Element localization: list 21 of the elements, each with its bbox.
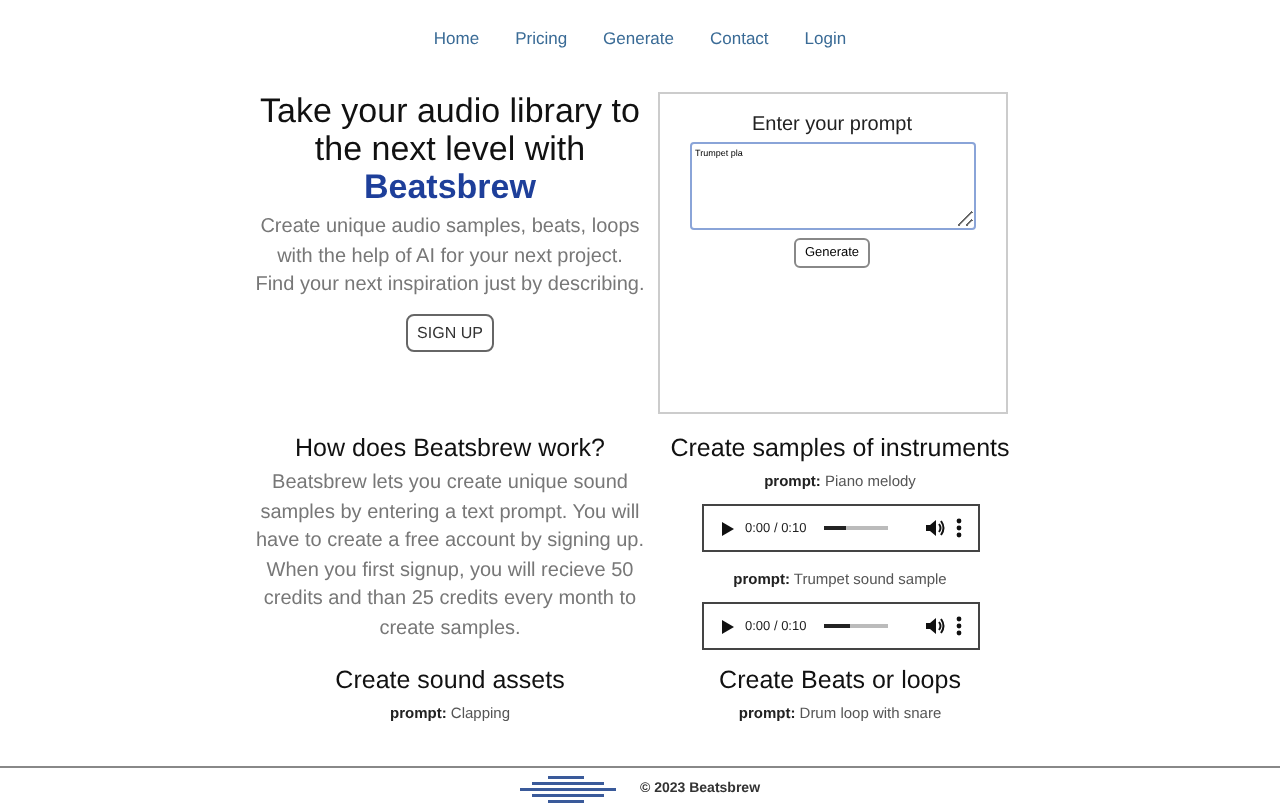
nav-link[interactable]: Home	[433, 28, 480, 52]
section-heading: Create sound assets	[335, 666, 565, 694]
volume-icon[interactable]	[923, 616, 945, 636]
section-heading: How does Beatsbrew work?	[295, 434, 605, 462]
sign-up-button[interactable]: SIGN UP	[405, 313, 495, 351]
nav-link[interactable]: Generate	[603, 28, 674, 52]
nav-link[interactable]: Contact	[710, 28, 769, 52]
play-icon[interactable]	[719, 617, 735, 635]
nav-link[interactable]: Login	[804, 28, 847, 52]
hero-description: Create unique audio samples, beats, loops with the help of AI for your next project. Find your next inspiration just by describing.	[255, 214, 645, 300]
section-heading: Create Beats or loops	[719, 666, 961, 694]
play-icon[interactable]	[719, 519, 735, 537]
how-description: Beatsbrew lets you create unique sound samples by entering a text prompt. You will have to create a free account by signing up. When you first signup, you will recieve 50 credits and than 25 credits every month to create samples.	[255, 470, 645, 643]
nav-link[interactable]: Pricing	[515, 28, 568, 52]
more-icon[interactable]	[955, 616, 961, 636]
volume-icon[interactable]	[923, 518, 945, 538]
more-icon[interactable]	[955, 518, 961, 538]
logo-icon	[519, 775, 616, 803]
prompt-title: Enter your prompt	[751, 114, 913, 136]
section-heading: Create samples of instruments	[670, 434, 1010, 462]
hero-heading: Take your audio library to the next level with Beatsbrew	[258, 92, 642, 206]
